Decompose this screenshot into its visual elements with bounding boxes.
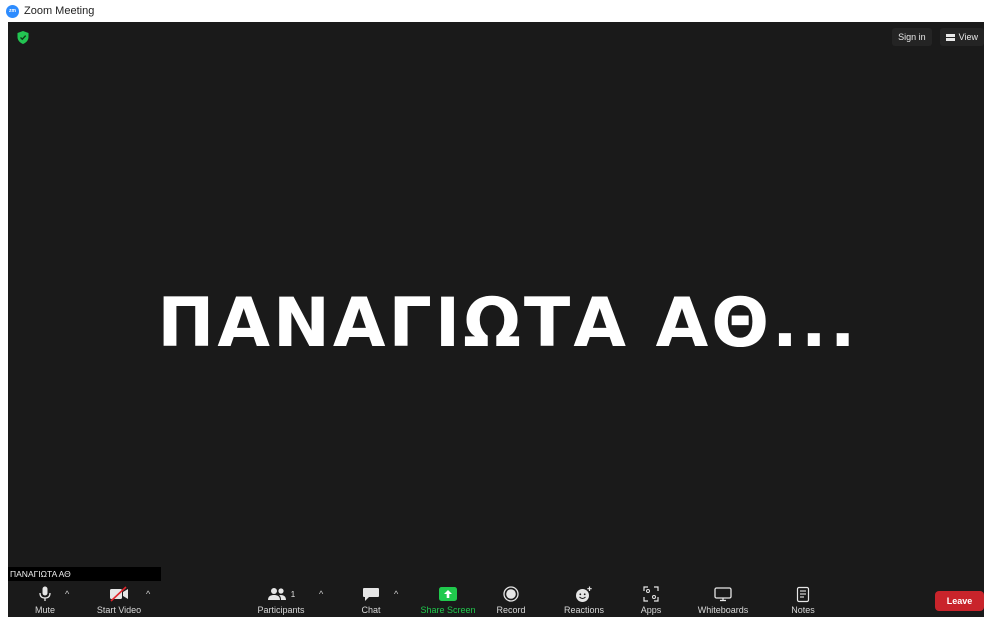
notes-label: Notes — [791, 605, 815, 615]
chat-icon — [363, 587, 379, 601]
whiteboard-icon — [714, 586, 732, 601]
meeting-stage: Sign in View ΠΑΝΑΓΙΩΤΑ ΑΘ... ΠΑΝΑΓΙΩΤΑ Α… — [8, 22, 984, 617]
apps-label: Apps — [640, 605, 662, 615]
record-label: Record — [496, 605, 526, 615]
window-title: Zoom Meeting — [24, 5, 95, 17]
participants-count: 1 — [290, 589, 296, 599]
leave-label: Leave — [946, 596, 973, 606]
notes-button[interactable]: Notes — [788, 581, 818, 617]
record-icon — [503, 586, 519, 602]
chat-label: Chat — [361, 605, 381, 615]
apps-icon — [643, 586, 659, 602]
microphone-icon — [39, 586, 51, 601]
top-right-controls: Sign in View — [892, 28, 984, 46]
participant-name-label: ΠΑΝΑΓΙΩΤΑ ΑΘ — [10, 569, 71, 579]
apps-button[interactable]: Apps — [636, 581, 666, 617]
mute-button[interactable]: Mute — [32, 581, 58, 617]
chat-button[interactable]: Chat — [358, 581, 384, 617]
notes-icon — [796, 586, 810, 602]
start-video-button[interactable]: Start Video — [94, 581, 144, 617]
record-button[interactable]: Record — [488, 581, 534, 617]
whiteboards-label: Whiteboards — [697, 605, 749, 615]
sign-in-label: Sign in — [898, 32, 926, 42]
meeting-toolbar: Mute ^ Start Video ^ 1 Participants ^ Ch… — [8, 581, 984, 617]
leave-button[interactable]: Leave — [935, 591, 984, 611]
video-off-icon — [110, 586, 128, 602]
reactions-label: Reactions — [563, 605, 605, 615]
view-button[interactable]: View — [939, 28, 984, 46]
start-video-label: Start Video — [96, 605, 142, 615]
reactions-button[interactable]: Reactions — [561, 581, 607, 617]
share-screen-button[interactable]: Share Screen — [417, 581, 479, 617]
zoom-logo-icon: zm — [6, 4, 19, 18]
mute-options-caret-icon[interactable]: ^ — [65, 589, 69, 599]
participants-label: Participants — [257, 605, 305, 615]
video-options-caret-icon[interactable]: ^ — [146, 589, 150, 599]
participants-button[interactable]: 1 Participants — [254, 581, 308, 617]
share-screen-label: Share Screen — [420, 605, 476, 615]
title-bar: zm Zoom Meeting — [0, 0, 984, 22]
mute-label: Mute — [34, 605, 55, 615]
view-grid-icon — [945, 33, 955, 41]
participant-name-tag: ΠΑΝΑΓΙΩΤΑ ΑΘ — [8, 567, 161, 581]
reactions-icon — [576, 586, 592, 602]
participants-options-caret-icon[interactable]: ^ — [319, 589, 323, 599]
participants-icon — [267, 588, 286, 600]
whiteboards-button[interactable]: Whiteboards — [693, 581, 753, 617]
participant-display-name: ΠΑΝΑΓΙΩΤΑ ΑΘ... — [157, 284, 859, 363]
shield-icon[interactable] — [17, 31, 29, 44]
share-screen-icon — [439, 587, 457, 601]
sign-in-button[interactable]: Sign in — [892, 28, 932, 46]
view-label: View — [958, 32, 978, 42]
chat-options-caret-icon[interactable]: ^ — [394, 589, 398, 599]
